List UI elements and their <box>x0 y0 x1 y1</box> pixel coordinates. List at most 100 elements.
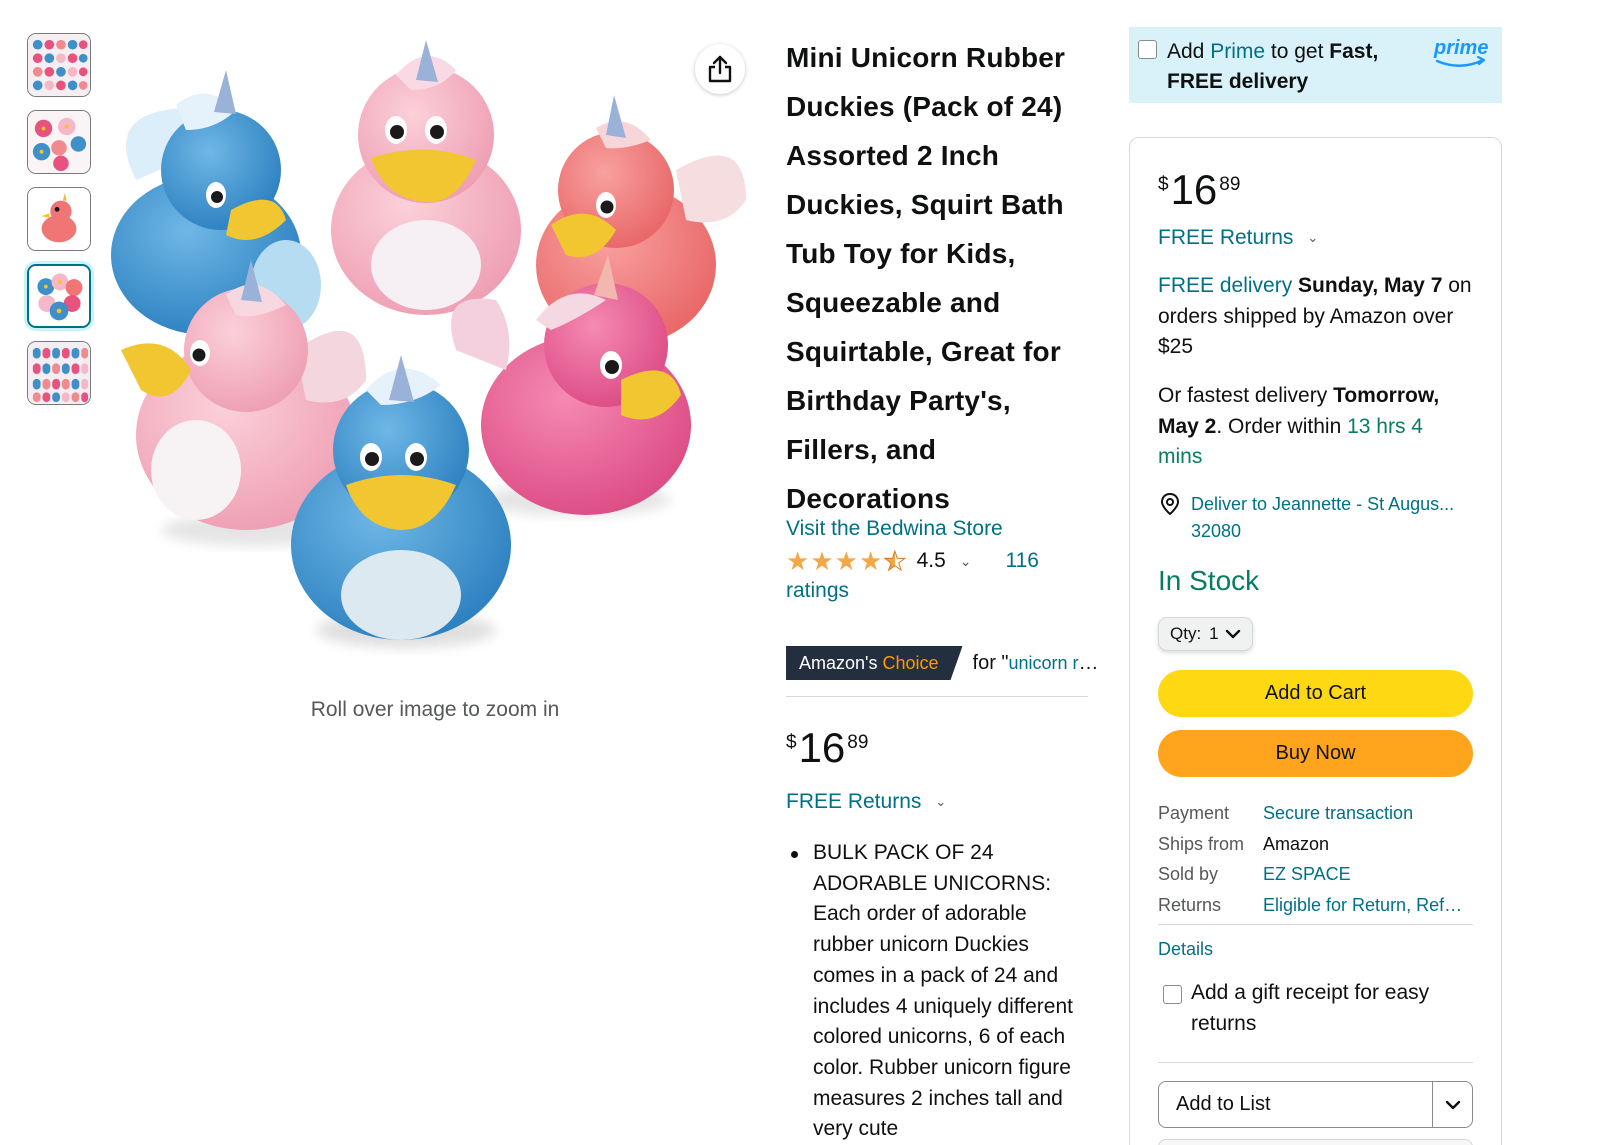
ships-from-row: Ships from Amazon <box>1158 834 1329 855</box>
ratings-count-link[interactable]: 116 <box>1006 549 1039 573</box>
buy-now-button[interactable]: Buy Now <box>1158 730 1473 777</box>
thumbnail-2[interactable] <box>27 110 91 174</box>
share-button[interactable] <box>695 44 745 94</box>
returns-row: Returns Eligible for Return, Refund or R… <box>1158 895 1467 916</box>
badge-word: Choice <box>882 653 939 673</box>
prime-logo-text: prime <box>1433 37 1488 59</box>
thumbnail-image <box>28 188 90 250</box>
price-symbol: $ <box>786 732 797 753</box>
thumbnail-image <box>28 34 90 96</box>
prime-checkbox[interactable] <box>1138 40 1157 59</box>
chevron-down-icon: ⌄ <box>935 794 947 809</box>
feature-bullet: BULK PACK OF 24 ADORABLE UNICORNS: Each … <box>786 838 1091 1145</box>
gift-receipt-label: Add a gift receipt for easy returns <box>1191 981 1430 1035</box>
rating-value: 4.5 <box>916 549 946 572</box>
qty-value: 1 <box>1209 624 1219 643</box>
choice-query: for "unicorn rubber duckies" <box>973 652 1103 675</box>
star-icon: ★ <box>786 546 810 576</box>
payment-row: Payment Secure transaction <box>1158 803 1413 824</box>
prime-free-delivery: FREE delivery <box>1167 70 1309 93</box>
fastest-prefix: Or fastest delivery <box>1158 384 1334 407</box>
chevron-down-icon: ⌄ <box>1307 230 1319 245</box>
thumbnail-image <box>29 266 89 326</box>
details-link[interactable]: Details <box>1158 939 1213 960</box>
prime-upsell: Add Prime to get Fast, FREE delivery pri… <box>1129 27 1502 103</box>
product-title: Mini Unicorn Rubber Duckies (Pack of 24)… <box>786 42 1066 514</box>
thumbnail-5[interactable] <box>27 341 91 405</box>
chevron-down-icon[interactable]: ⌄ <box>960 553 972 570</box>
price-whole: 16 <box>798 724 846 771</box>
half-star-icon: ★ <box>883 546 907 576</box>
price-fraction: 89 <box>1219 174 1241 195</box>
amazons-choice-badge: Amazon's Choice <box>786 646 963 680</box>
prime-add: Add <box>1167 40 1211 63</box>
ratings-link[interactable]: ratings <box>786 579 849 603</box>
free-returns-label: FREE Returns <box>786 790 922 813</box>
product-price: $ 16 89 <box>786 726 868 770</box>
qty-label: Qty: <box>1170 624 1202 643</box>
quantity-select[interactable]: Qty: 1 <box>1158 617 1253 651</box>
thumbnail-1[interactable] <box>27 33 91 97</box>
amazons-choice-row: Amazon's Choice for "unicorn rubber duck… <box>786 646 1103 680</box>
store-link[interactable]: Visit the Bedwina Store <box>786 517 1003 541</box>
sold-by-row: Sold by EZ SPACE <box>1158 864 1351 885</box>
free-delivery-link[interactable]: FREE delivery <box>1158 274 1292 297</box>
unicorn-ducks-illustration <box>111 40 746 648</box>
divider <box>786 696 1088 697</box>
delivery-info: FREE delivery Sunday, May 7 on orders sh… <box>1158 271 1478 363</box>
choice-for-label: for " <box>972 651 1009 674</box>
delivery-date: Sunday, May 7 <box>1298 274 1443 297</box>
add-to-list-label: Add to List <box>1176 1093 1271 1115</box>
badge-prefix: Amazon's <box>799 653 878 673</box>
deliver-to-zip: 32080 <box>1191 521 1242 541</box>
share-icon <box>708 55 732 83</box>
main-product-image[interactable] <box>96 30 762 680</box>
price-symbol: $ <box>1158 174 1169 195</box>
prime-logo: prime <box>1431 35 1489 76</box>
feature-bullets: BULK PACK OF 24 ADORABLE UNICORNS: Each … <box>786 838 1091 1145</box>
prime-to-get: to get <box>1265 40 1330 63</box>
prime-link[interactable]: Prime <box>1210 40 1265 63</box>
thumbnail-image <box>28 111 90 173</box>
rating-row: ★ ★ ★ ★ ★ 4.5 ⌄ 116 <box>786 546 1039 576</box>
star-icon: ★ <box>810 546 834 576</box>
zoom-hint: Roll over image to zoom in <box>310 698 560 721</box>
fastest-delivery-info: Or fastest delivery Tomorrow, May 2. Ord… <box>1158 381 1468 473</box>
add-to-cart-button[interactable]: Add to Cart <box>1158 670 1473 717</box>
ships-from-label: Ships from <box>1158 834 1245 854</box>
prime-logo-icon: prime <box>1433 37 1488 67</box>
price-whole: 16 <box>1170 166 1218 213</box>
choice-query-link[interactable]: unicorn rubber duckies" <box>1009 652 1103 674</box>
price-fraction: 89 <box>847 732 869 753</box>
star-rating[interactable]: ★ ★ ★ ★ ★ <box>786 546 907 576</box>
sold-by-label: Sold by <box>1158 864 1219 884</box>
thumbnail-image <box>28 342 90 404</box>
buybox-price: $ 16 89 <box>1158 168 1240 212</box>
prime-text: Add Prime to get Fast, FREE delivery <box>1167 37 1417 97</box>
add-to-list-button[interactable]: Add to List <box>1158 1081 1473 1128</box>
buybox-free-returns-link[interactable]: FREE Returns ⌄ <box>1158 226 1318 250</box>
deliver-to-link[interactable]: Deliver to Jeannette - St Augus... 32080 <box>1191 491 1471 545</box>
ships-from-value: Amazon <box>1263 834 1330 854</box>
seller-link[interactable]: EZ SPACE <box>1263 864 1351 885</box>
chevron-down-icon <box>1225 629 1240 639</box>
add-to-list-dropdown[interactable] <box>1432 1082 1472 1127</box>
divider <box>1158 924 1473 925</box>
free-returns-label: FREE Returns <box>1158 226 1294 249</box>
divider <box>1158 1062 1473 1063</box>
location-pin-icon <box>1160 492 1180 520</box>
additional-button[interactable] <box>1158 1139 1473 1145</box>
order-within: . Order within <box>1216 414 1348 438</box>
free-returns-link[interactable]: FREE Returns ⌄ <box>786 790 946 814</box>
returns-policy-link[interactable]: Eligible for Return, Refund or Replaceme… <box>1263 895 1467 916</box>
thumbnail-3[interactable] <box>27 187 91 251</box>
chevron-down-icon <box>1445 1100 1460 1109</box>
prime-fast: Fast, <box>1329 40 1379 63</box>
secure-transaction-link[interactable]: Secure transaction <box>1263 803 1413 824</box>
deliver-to-address: Deliver to Jeannette - St Augus... <box>1191 494 1455 514</box>
star-icon: ★ <box>834 546 858 576</box>
gift-receipt-checkbox[interactable] <box>1163 985 1182 1004</box>
thumbnail-4-selected[interactable] <box>27 264 91 328</box>
payment-label: Payment <box>1158 803 1230 823</box>
returns-label: Returns <box>1158 895 1222 915</box>
